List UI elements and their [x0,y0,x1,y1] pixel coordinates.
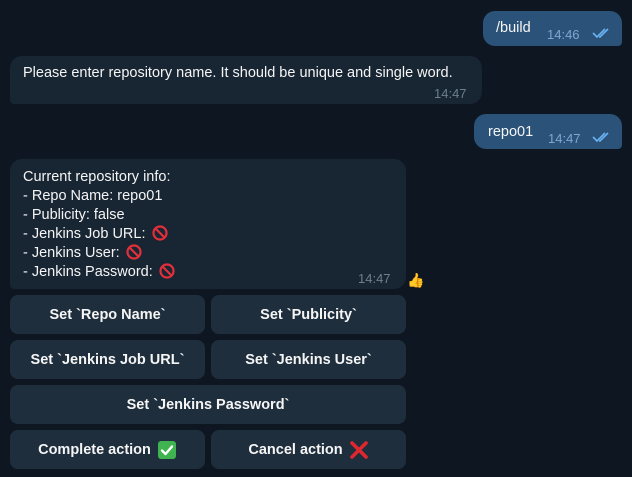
outgoing-message-repo[interactable]: repo01 14:47 [474,114,622,149]
incoming-message-prompt[interactable]: Please enter repository name. It should … [10,56,482,104]
set-jenkins-password-button[interactable]: Set `Jenkins Password` [10,385,406,424]
prohibited-icon [159,263,175,279]
button-label: Set `Jenkins Password` [126,396,290,413]
message-time: 14:47 [434,86,467,101]
prohibited-icon [151,225,168,241]
complete-action-button[interactable]: Complete action [10,430,205,469]
message-body: Current repository info: - Repo Name: re… [23,168,175,282]
cancel-action-button[interactable]: Cancel action [211,430,406,469]
prohibited-icon [126,244,142,260]
button-label: Cancel action [248,441,343,458]
info-line-jenkins-user: - Jenkins User: [23,244,175,263]
double-check-icon [592,28,609,39]
message-time: 14:47 [358,271,391,286]
message-text: repo01 [488,124,534,140]
info-line-repo-name: - Repo Name: repo01 [23,188,163,204]
set-repo-name-button[interactable]: Set `Repo Name` [10,295,205,334]
message-text: Please enter repository name. It should … [23,65,453,81]
info-line-header: Current repository info: [23,169,171,185]
info-line-jenkins-password: - Jenkins Password: [23,263,175,282]
thumbs-up-reaction-icon[interactable]: 👍 [405,269,427,291]
button-label: Set `Jenkins User` [245,351,372,368]
button-label: Set `Publicity` [260,306,357,323]
incoming-message-repo-info[interactable]: Current repository info: - Repo Name: re… [10,159,406,289]
chat-window: /build 14:46 Please enter repository nam… [0,0,632,477]
info-line-jenkins-job-url: - Jenkins Job URL: [23,225,175,244]
info-label: - Jenkins User: [23,245,120,261]
check-mark-icon [157,440,176,459]
message-text: /build [496,20,531,36]
info-label: - Jenkins Password: [23,264,153,280]
info-label: - Jenkins Job URL: [23,226,146,242]
button-label: Complete action [38,441,151,458]
set-jenkins-user-button[interactable]: Set `Jenkins User` [211,340,406,379]
outgoing-message-build[interactable]: /build 14:46 [483,11,622,46]
set-publicity-button[interactable]: Set `Publicity` [211,295,406,334]
cross-mark-icon [349,440,368,459]
message-time: 14:46 [547,27,580,42]
set-jenkins-job-url-button[interactable]: Set `Jenkins Job URL` [10,340,205,379]
button-label: Set `Jenkins Job URL` [30,351,185,368]
message-time: 14:47 [548,131,581,146]
double-check-icon [592,132,609,143]
button-label: Set `Repo Name` [49,306,166,323]
info-line-publicity: - Publicity: false [23,207,125,223]
